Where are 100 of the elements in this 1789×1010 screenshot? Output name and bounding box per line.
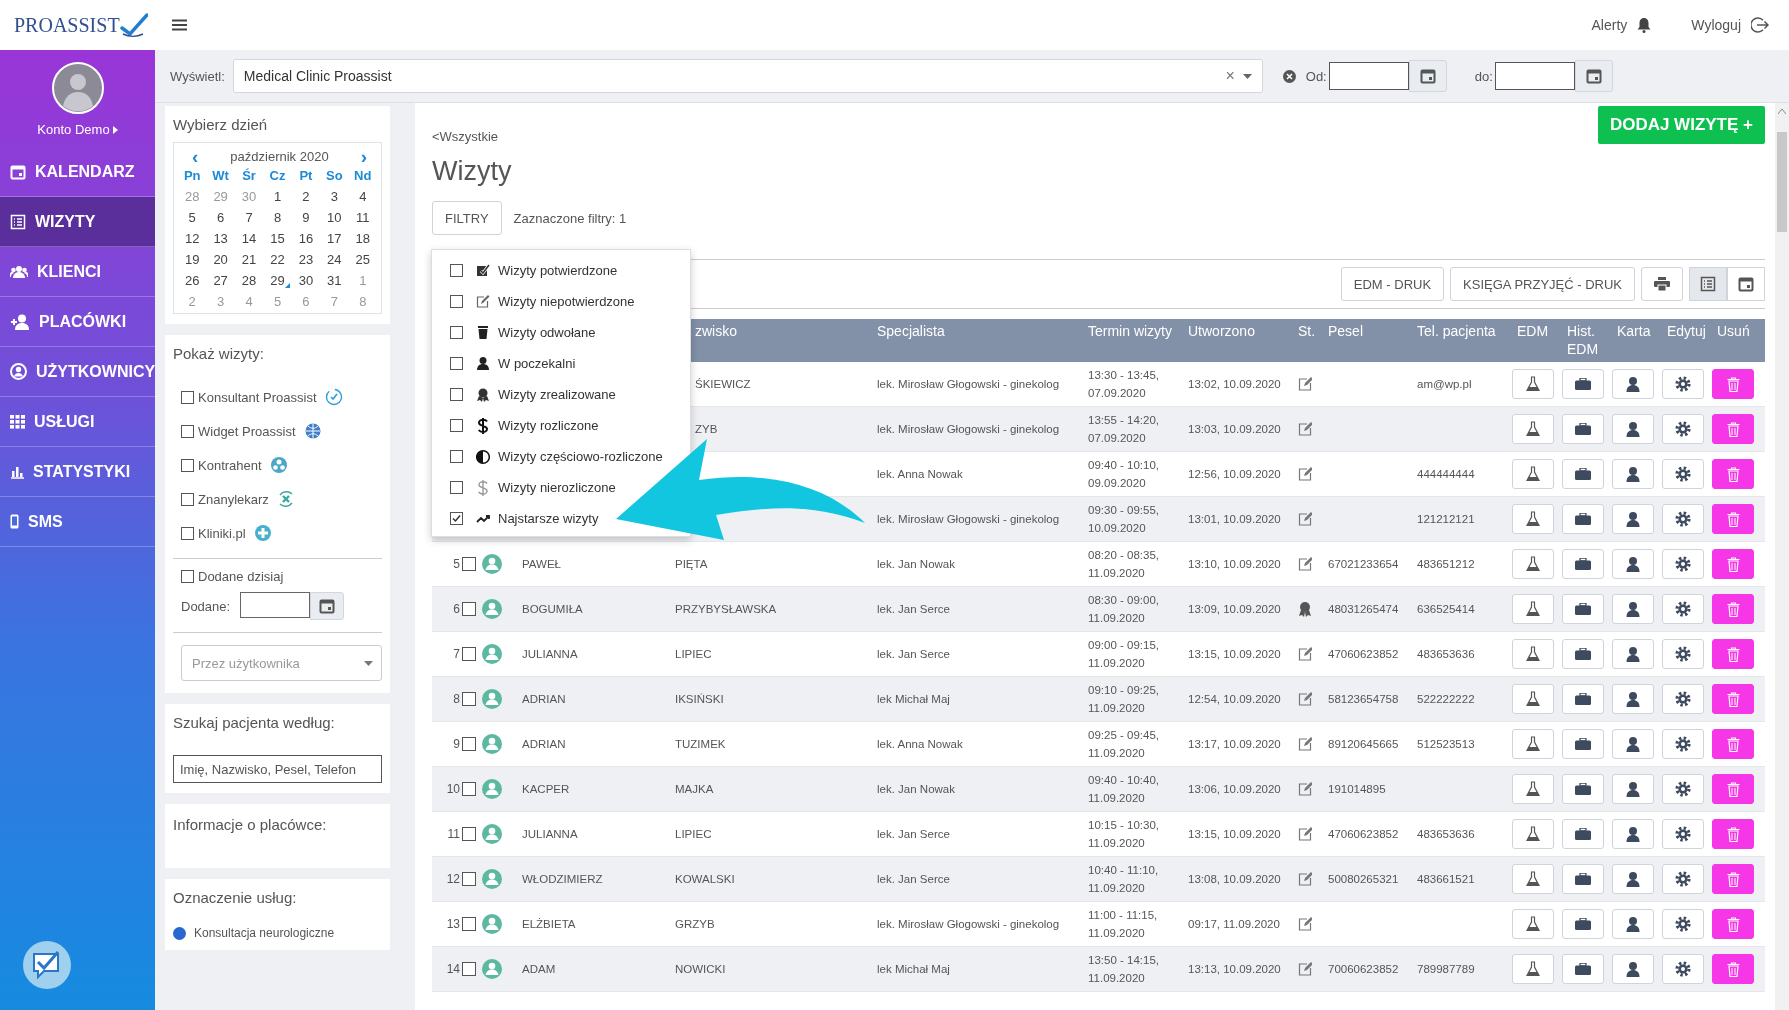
delete-button[interactable] xyxy=(1712,369,1754,399)
calendar-day[interactable]: 19 xyxy=(181,252,203,267)
edm-button[interactable] xyxy=(1512,909,1554,939)
next-month[interactable]: › xyxy=(360,149,367,164)
edm-history-button[interactable] xyxy=(1562,504,1604,534)
checkbox[interactable] xyxy=(181,458,194,472)
delete-button[interactable] xyxy=(1712,414,1754,444)
calendar-button[interactable] xyxy=(1574,60,1613,92)
checkbox[interactable] xyxy=(450,419,463,432)
edm-history-button[interactable] xyxy=(1562,909,1604,939)
patient-card-button[interactable] xyxy=(1612,819,1654,849)
checkbox[interactable] xyxy=(450,264,463,277)
calendar-day[interactable]: 9 xyxy=(299,210,313,225)
edit-button[interactable] xyxy=(1662,954,1704,984)
admission-book-print-button[interactable]: KSIĘGA PRZYJĘĆ - DRUK xyxy=(1450,267,1635,301)
calendar-day[interactable]: 1 xyxy=(270,189,285,204)
edm-button[interactable] xyxy=(1512,549,1554,579)
edit-button[interactable] xyxy=(1662,369,1704,399)
delete-button[interactable] xyxy=(1712,819,1754,849)
calendar-day[interactable]: 2 xyxy=(299,189,313,204)
delete-button[interactable] xyxy=(1712,684,1754,714)
edit-button[interactable] xyxy=(1662,594,1704,624)
calendar-day[interactable]: 12 xyxy=(181,231,203,246)
edit-button[interactable] xyxy=(1662,729,1704,759)
filter-option[interactable]: W poczekalni xyxy=(450,348,576,379)
calendar-day[interactable]: 15 xyxy=(267,231,288,246)
account-name[interactable]: Konto Demo xyxy=(37,122,110,137)
edm-button[interactable] xyxy=(1512,774,1554,804)
calendar-day[interactable]: 31 xyxy=(324,273,345,288)
delete-button[interactable] xyxy=(1712,909,1754,939)
delete-button[interactable] xyxy=(1712,639,1754,669)
delete-button[interactable] xyxy=(1712,504,1754,534)
sidebar-item[interactable]: WIZYTY xyxy=(0,197,155,247)
checkbox[interactable] xyxy=(450,512,463,525)
calendar-button[interactable] xyxy=(1408,60,1447,92)
calendar-day[interactable]: 21 xyxy=(238,252,260,267)
edit-button[interactable] xyxy=(1662,549,1704,579)
row-checkbox[interactable] xyxy=(462,872,476,886)
scrollbar-thumb[interactable] xyxy=(1777,132,1787,232)
checkbox[interactable] xyxy=(181,526,194,540)
calendar-day[interactable]: 24 xyxy=(324,252,345,267)
delete-button[interactable] xyxy=(1712,459,1754,489)
edm-button[interactable] xyxy=(1512,369,1554,399)
patient-card-button[interactable] xyxy=(1612,369,1654,399)
edm-history-button[interactable] xyxy=(1562,459,1604,489)
patient-card-button[interactable] xyxy=(1612,684,1654,714)
row-checkbox[interactable] xyxy=(462,557,476,571)
row-checkbox[interactable] xyxy=(462,917,476,931)
edm-history-button[interactable] xyxy=(1562,594,1604,624)
calendar-button[interactable] xyxy=(310,592,345,620)
calendar-day[interactable]: 28 xyxy=(238,273,260,288)
edm-history-button[interactable] xyxy=(1562,369,1604,399)
edm-history-button[interactable] xyxy=(1562,864,1604,894)
edm-button[interactable] xyxy=(1512,954,1554,984)
edm-history-button[interactable] xyxy=(1562,549,1604,579)
filter-option[interactable]: Wizyty niepotwierdzone xyxy=(450,286,635,317)
patient-card-button[interactable] xyxy=(1612,864,1654,894)
calendar-day[interactable]: 17 xyxy=(324,231,345,246)
edm-history-button[interactable] xyxy=(1562,774,1604,804)
calendar-day[interactable]: 3 xyxy=(327,189,341,204)
patient-card-button[interactable] xyxy=(1612,774,1654,804)
filter-option[interactable]: Wizyty nierozliczone xyxy=(450,472,616,503)
checkbox[interactable] xyxy=(450,295,463,308)
row-checkbox[interactable] xyxy=(462,692,476,706)
calendar-day[interactable]: 22 xyxy=(267,252,288,267)
calendar-day[interactable]: 14 xyxy=(238,231,260,246)
edit-button[interactable] xyxy=(1662,639,1704,669)
calendar-day[interactable]: 10 xyxy=(324,210,345,225)
clinic-select[interactable]: Medical Clinic Proassist × xyxy=(232,59,1263,93)
delete-button[interactable] xyxy=(1712,594,1754,624)
calendar-day[interactable]: 11 xyxy=(353,210,373,225)
delete-button[interactable] xyxy=(1712,864,1754,894)
row-checkbox[interactable] xyxy=(462,602,476,616)
from-date-field[interactable] xyxy=(1328,62,1409,90)
view-toggle-button[interactable] xyxy=(1727,267,1765,301)
checkbox[interactable] xyxy=(181,570,194,583)
filters-button[interactable]: FILTRY xyxy=(432,201,502,235)
prev-month[interactable]: ‹ xyxy=(192,149,199,164)
edit-button[interactable] xyxy=(1662,684,1704,714)
patient-card-button[interactable] xyxy=(1612,459,1654,489)
edit-button[interactable] xyxy=(1662,414,1704,444)
menu-button[interactable] xyxy=(170,17,189,33)
checkbox[interactable] xyxy=(450,357,463,370)
delete-button[interactable] xyxy=(1712,549,1754,579)
calendar-day[interactable]: 18 xyxy=(352,231,373,246)
calendar-day[interactable]: 4 xyxy=(356,189,370,204)
patient-card-button[interactable] xyxy=(1612,639,1654,669)
edit-button[interactable] xyxy=(1662,774,1704,804)
calendar-day[interactable]: 29 xyxy=(267,273,288,288)
view-toggle-button[interactable] xyxy=(1689,267,1727,301)
checkbox[interactable] xyxy=(181,390,194,404)
search-field[interactable]: Imię, Nazwisko, Pesel, Telefon xyxy=(173,755,382,783)
edm-history-button[interactable] xyxy=(1562,684,1604,714)
edm-button[interactable] xyxy=(1512,684,1554,714)
edm-button[interactable] xyxy=(1512,414,1554,444)
checkbox[interactable] xyxy=(181,424,194,438)
edm-history-button[interactable] xyxy=(1562,729,1604,759)
edm-button[interactable] xyxy=(1512,504,1554,534)
clear-selection[interactable]: × xyxy=(1225,67,1235,85)
patient-card-button[interactable] xyxy=(1612,549,1654,579)
